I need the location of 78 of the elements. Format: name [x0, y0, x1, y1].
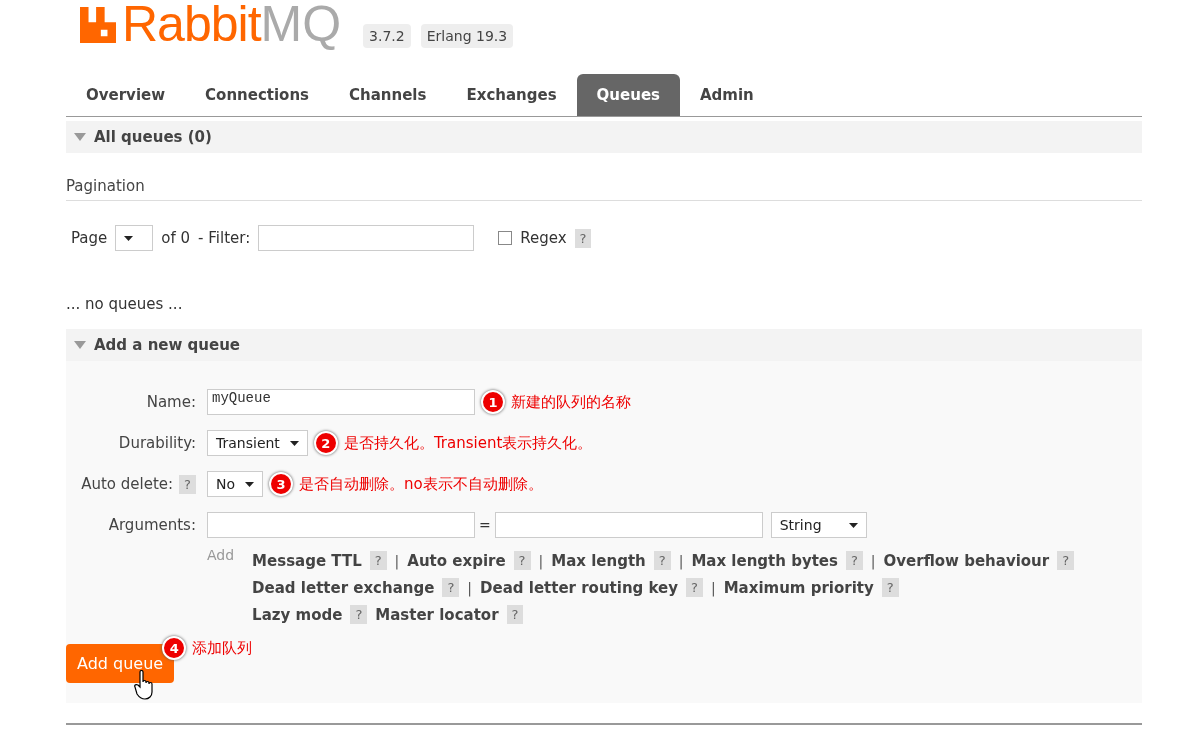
argument-shortcut-link[interactable]: Auto expire [407, 551, 506, 570]
help-button[interactable]: ? [350, 605, 368, 624]
expand-triangle-icon[interactable] [74, 133, 86, 141]
step-number-badge: 4 [162, 636, 187, 660]
field-label: Name: [146, 393, 196, 411]
argument-shortcut-link[interactable]: Message TTL [252, 551, 362, 570]
add-label: Add [207, 547, 235, 565]
separator: | [538, 552, 544, 569]
help-button[interactable]: ? [881, 578, 899, 597]
help-button[interactable]: ? [574, 228, 592, 248]
dropdown[interactable]: No [207, 471, 264, 497]
caret-icon [245, 481, 255, 487]
help-button[interactable]: ? [845, 551, 863, 570]
separator: | [870, 552, 876, 569]
argument-shortcut-link[interactable]: Max length bytes [691, 551, 838, 570]
separator: | [710, 579, 716, 596]
equals-sign: = [479, 517, 491, 533]
step-number-badge: 3 [269, 472, 294, 496]
argument-shortcut-link[interactable]: Max length [551, 551, 646, 570]
caret-icon [848, 522, 858, 528]
hand-cursor-icon [134, 670, 154, 700]
help-button[interactable]: ? [179, 474, 196, 494]
regex-label: Regex [520, 229, 567, 247]
help-button[interactable]: ? [513, 551, 531, 570]
empty-message: ... no queues ... [66, 295, 184, 313]
help-button[interactable]: ? [653, 551, 671, 570]
page-label: Page [71, 229, 108, 247]
caret-icon [124, 235, 134, 241]
field-label: Auto delete: [81, 475, 174, 493]
nav-tab[interactable]: Admin [680, 86, 774, 116]
argument-key-field[interactable] [207, 512, 475, 538]
annotation-note: 是否自动删除。no表示不自动删除。 [299, 474, 543, 494]
argument-shortcut-link[interactable]: Dead letter exchange [252, 578, 435, 597]
section-title: Add a new queue [94, 336, 241, 354]
argument-value-field[interactable] [494, 512, 763, 538]
step-number-badge: 1 [481, 390, 505, 414]
section-header[interactable]: Add a new queue [66, 329, 1142, 361]
annotation-note: 新建的队列的名称 [511, 392, 631, 412]
name-field[interactable]: myQueue [207, 389, 475, 415]
separator: | [678, 552, 684, 569]
version-badge: 3.7.2 [363, 24, 411, 48]
annotation-note: 添加队列 [192, 638, 253, 658]
field-label: Arguments: [108, 516, 196, 534]
nav-tab[interactable]: Exchanges [446, 86, 577, 116]
help-button[interactable]: ? [442, 578, 460, 597]
argument-shortcut-link[interactable]: Master locator [375, 605, 499, 624]
annotation-note: 是否持久化。Transient表示持久化。 [343, 433, 593, 453]
page-count: of 0 [161, 229, 191, 247]
argument-shortcut-link[interactable]: Overflow behaviour [883, 551, 1050, 570]
section-header[interactable]: All queues (0) [66, 121, 1142, 153]
type-dropdown[interactable]: String [770, 512, 867, 538]
argument-shortcut-link[interactable]: Maximum priority [723, 578, 874, 597]
filter-field[interactable] [258, 225, 475, 251]
nav-tab[interactable]: Queues [576, 74, 680, 116]
argument-shortcut-link[interactable]: Lazy mode [252, 605, 343, 624]
help-button[interactable]: ? [506, 605, 524, 624]
page-select[interactable] [115, 225, 154, 251]
expand-triangle-icon[interactable] [74, 341, 86, 349]
caret-icon [289, 440, 299, 446]
step-number-badge: 2 [313, 431, 338, 455]
filter-label: - Filter: [198, 229, 251, 247]
rabbit-logo-icon [80, 7, 116, 43]
help-button[interactable]: ? [686, 578, 703, 597]
dropdown[interactable]: Transient [207, 430, 308, 456]
help-button[interactable]: ? [1057, 551, 1075, 570]
argument-shortcut-link[interactable]: Dead letter routing key [480, 578, 679, 597]
nav-tab[interactable]: Overview [66, 86, 186, 116]
logo-text: Rabbit [122, 0, 261, 50]
nav-tab[interactable]: Channels [329, 86, 447, 116]
section-title: All queues (0) [94, 128, 212, 146]
nav-tab[interactable]: Connections [185, 86, 330, 116]
separator: | [467, 579, 473, 596]
help-button[interactable]: ? [369, 551, 387, 570]
field-label: Durability: [118, 434, 196, 452]
version-badge: Erlang 19.3 [420, 24, 514, 48]
regex-checkbox[interactable] [498, 231, 513, 245]
separator: | [394, 552, 400, 569]
pagination-heading: Pagination [66, 177, 1142, 201]
